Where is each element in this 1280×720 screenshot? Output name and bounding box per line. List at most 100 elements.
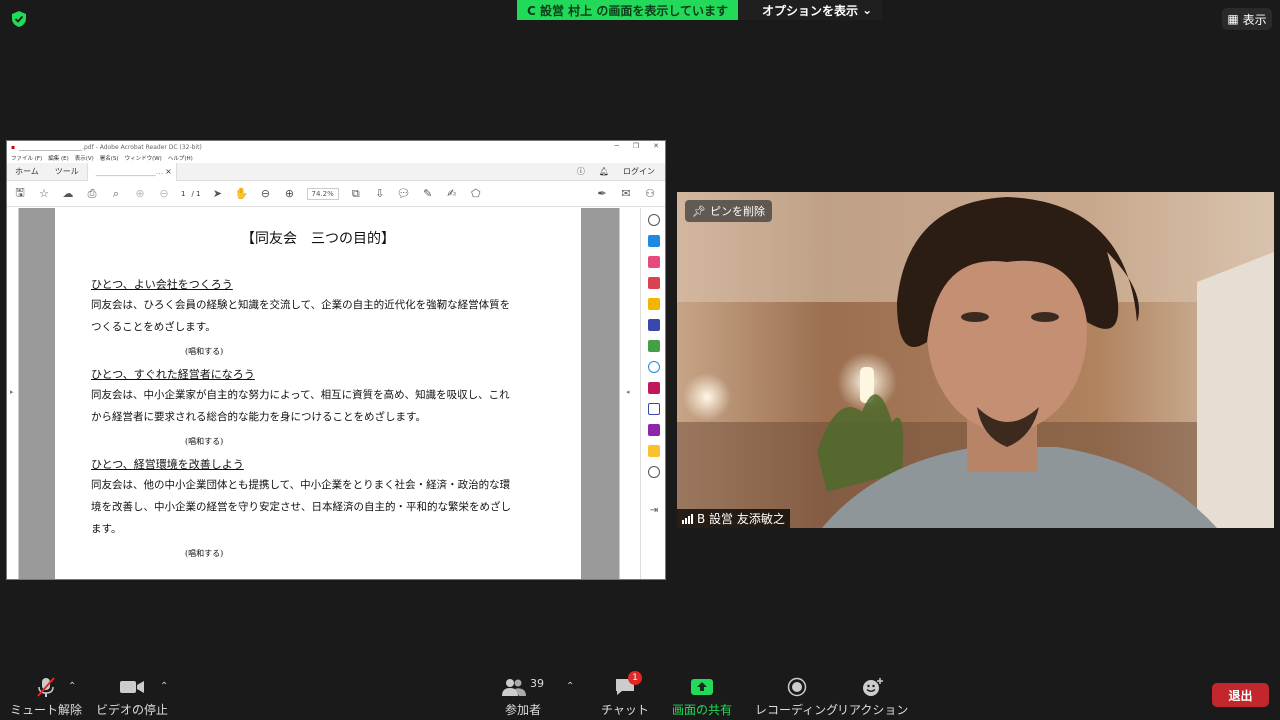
collapse-panel-icon[interactable]: ⇥ [650, 505, 658, 516]
document-area[interactable]: ▸ 【同友会 三つの目的】 ひとつ、よい会社をつくろう 同友会は、ひろく会員の経… [7, 208, 640, 579]
reactions-label: リアクション [837, 703, 909, 717]
maximize-icon[interactable]: ❐ [633, 142, 639, 150]
bookmark-star-icon[interactable]: ☆ [37, 187, 51, 201]
expand-left-icon[interactable]: ▸ [10, 388, 14, 396]
upload-cloud-icon[interactable]: ☁ [61, 187, 75, 201]
section-3-heading: ひとつ、経営環境を改善しよう [91, 458, 244, 471]
participants-button[interactable]: 39 参加者 [502, 676, 544, 718]
comment-icon[interactable]: 💬︎ [397, 187, 411, 201]
page-total: / 1 [191, 189, 201, 198]
highlight-pen-icon[interactable]: ✎ [421, 187, 435, 201]
tab-close-icon[interactable]: × [165, 167, 172, 176]
left-nav-rail[interactable]: ▸ [7, 208, 19, 579]
tab-tools[interactable]: ツール [47, 166, 87, 177]
participants-options-chevron-icon[interactable]: ⌃ [566, 681, 574, 692]
participants-icon: 39 [502, 676, 544, 698]
section-1-heading: ひとつ、よい会社をつくろう [91, 278, 233, 291]
login-button[interactable]: ログイン [623, 166, 655, 177]
search-icon[interactable]: ⌕ [109, 187, 123, 201]
menu-sign[interactable]: 署名(S) [100, 154, 119, 162]
record-button[interactable]: レコーディング [755, 676, 838, 718]
window-title: _____________________.pdf - Adobe Acroba… [19, 143, 202, 151]
muted-mic-icon [34, 676, 58, 698]
edit-pdf-icon[interactable] [648, 256, 660, 268]
menu-file[interactable]: ファイル (F) [11, 154, 42, 162]
screen-share-banner: C 設営 村上 の画面を表示しています オプションを表示 ⌄ [517, 0, 883, 20]
combine-files-icon[interactable] [648, 319, 660, 331]
save-icon[interactable]: 🖫 [13, 186, 27, 201]
section-2-line-1: 同友会は、中小企業家が自主的な努力によって、相互に資質を高め、知識を吸収し、これ [91, 389, 510, 401]
section-2-line-2: から経営者に要求される総合的な能力を身につけることをめざします。 [91, 411, 426, 423]
page-indicator[interactable]: 1 / 1 [181, 190, 201, 198]
send-track-icon[interactable] [648, 445, 660, 457]
help-icon[interactable]: ⓘ [577, 166, 585, 177]
print-icon[interactable]: ⎙ [85, 187, 99, 201]
video-camera-icon [119, 676, 145, 698]
zoom-out-icon[interactable]: ⊖ [259, 187, 273, 201]
menu-help[interactable]: ヘルプ(H) [168, 154, 193, 162]
sign-icon[interactable]: ✒ [595, 187, 609, 201]
next-page-icon[interactable]: ⊖ [157, 187, 171, 201]
protect-icon[interactable] [648, 403, 660, 415]
security-shield-icon[interactable] [10, 10, 28, 28]
create-pdf-icon[interactable] [648, 235, 660, 247]
email-icon[interactable]: ✉ [619, 187, 633, 201]
more-tools-icon[interactable] [648, 466, 660, 478]
page-current[interactable]: 1 [181, 190, 185, 198]
record-icon [787, 676, 807, 698]
menu-window[interactable]: ウィンドウ(W) [125, 154, 162, 162]
minimize-icon[interactable]: ─ [615, 142, 619, 150]
unpin-button[interactable]: 📌︎ ピンを削除 [685, 200, 772, 222]
section-1-line-2: つくることをめざします。 [91, 321, 216, 333]
fit-page-icon[interactable]: ⧉ [349, 187, 363, 201]
stamp-icon[interactable]: ⬠ [469, 187, 483, 201]
participant-video[interactable] [677, 192, 1274, 528]
menu-view[interactable]: 表示(V) [75, 154, 94, 162]
pdf-page: 【同友会 三つの目的】 ひとつ、よい会社をつくろう 同友会は、ひろく会員の経験と… [55, 208, 581, 579]
unmute-label: ミュート解除 [10, 703, 83, 717]
draw-icon[interactable]: ✍ [445, 187, 459, 201]
add-user-icon[interactable]: ⚇ [643, 187, 657, 201]
scan-ocr-icon[interactable] [648, 361, 660, 373]
view-label: 表示 [1242, 12, 1267, 27]
audio-options-chevron-icon[interactable]: ⌃ [68, 681, 76, 692]
window-controls: ─ ❐ ✕ [615, 142, 659, 150]
video-feed-image [677, 192, 1274, 528]
record-label: レコーディング [755, 703, 839, 717]
close-icon[interactable]: ✕ [653, 142, 659, 150]
menu-edit[interactable]: 編集 (E) [48, 154, 69, 162]
zoom-select[interactable]: 74.2% [306, 187, 339, 200]
fill-sign-icon[interactable] [648, 382, 660, 394]
participant-name-tag: B 設営 友添敏之 [677, 509, 790, 528]
export-pdf-icon[interactable] [648, 277, 660, 289]
zoom-in-icon[interactable]: ⊕ [283, 187, 297, 201]
organize-pages-icon[interactable] [648, 340, 660, 352]
video-options-chevron-icon[interactable]: ⌃ [160, 681, 168, 692]
doc-title: 【同友会 三つの目的】 [241, 231, 395, 247]
share-screen-button[interactable]: 画面の共有 [672, 676, 732, 718]
stop-video-button[interactable]: ビデオの停止 [96, 676, 168, 718]
view-button[interactable]: ▦ 表示 [1222, 8, 1272, 30]
shared-screen: ▪ _____________________.pdf - Adobe Acro… [6, 140, 666, 580]
comment-tool-icon[interactable] [648, 298, 660, 310]
reactions-button[interactable]: リアクション [837, 676, 908, 718]
unpin-label: ピンを削除 [709, 205, 765, 218]
section-3-note: (唱和する) [185, 549, 224, 558]
select-cursor-icon[interactable]: ➤ [211, 187, 225, 201]
bell-icon[interactable]: 🔔︎ [599, 167, 609, 176]
view-options-button[interactable]: オプションを表示 ⌄ [737, 0, 883, 20]
collapse-right-icon[interactable]: ◂ [626, 388, 630, 396]
scroll-mode-icon[interactable]: ⇩ [373, 187, 387, 201]
tools-side-panel: ⇥ [640, 208, 665, 579]
prepare-form-icon[interactable] [648, 424, 660, 436]
right-collapse-strip[interactable]: ◂ [619, 208, 640, 579]
hand-tool-icon[interactable]: ✋ [235, 187, 249, 201]
leave-button[interactable]: 退出 [1212, 683, 1269, 707]
tab-home[interactable]: ホーム [7, 166, 47, 177]
tab-document[interactable]: _______________... × [86, 162, 177, 181]
participants-label: 参加者 [504, 703, 541, 717]
prev-page-icon[interactable]: ⊕ [133, 187, 147, 201]
search-zoom-icon[interactable] [648, 214, 660, 226]
chat-label: チャット [601, 703, 649, 717]
chat-button[interactable]: 1 チャット [601, 671, 649, 718]
